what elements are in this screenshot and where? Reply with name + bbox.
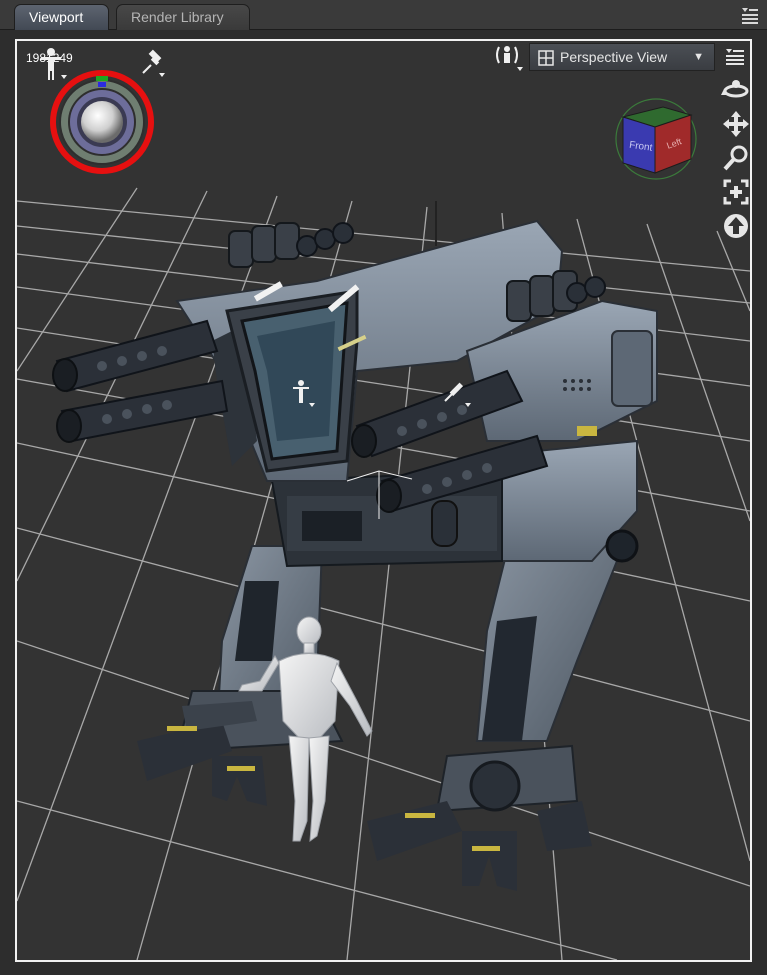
grid-icon <box>538 50 554 66</box>
tab-render-library[interactable]: Render Library <box>116 4 250 30</box>
panel-menu-icon[interactable] <box>723 45 747 67</box>
light-sphere-icon[interactable] <box>47 67 157 177</box>
view-cube[interactable]: Front Left <box>611 93 701 183</box>
daz-viewport-pane: Viewport Render Library Perspective View… <box>0 0 767 975</box>
view-mode-label: Perspective View <box>560 49 668 65</box>
left-cannons <box>52 319 229 443</box>
orbit-icon[interactable] <box>721 75 751 105</box>
pan-icon[interactable] <box>721 109 751 139</box>
zoom-icon[interactable] <box>721 143 751 173</box>
frame-icon[interactable] <box>721 177 751 207</box>
camera-select-icon[interactable] <box>493 43 527 75</box>
3d-viewport[interactable]: 1981249 <box>15 39 752 962</box>
chevron-down-icon: ▼ <box>693 51 704 63</box>
home-icon[interactable] <box>721 211 751 241</box>
view-mode-dropdown[interactable]: Perspective View ▼ <box>529 43 715 71</box>
panel-menu-icon[interactable] <box>739 4 761 26</box>
tab-bar: Viewport Render Library <box>0 0 767 30</box>
tab-viewport[interactable]: Viewport <box>14 4 109 30</box>
